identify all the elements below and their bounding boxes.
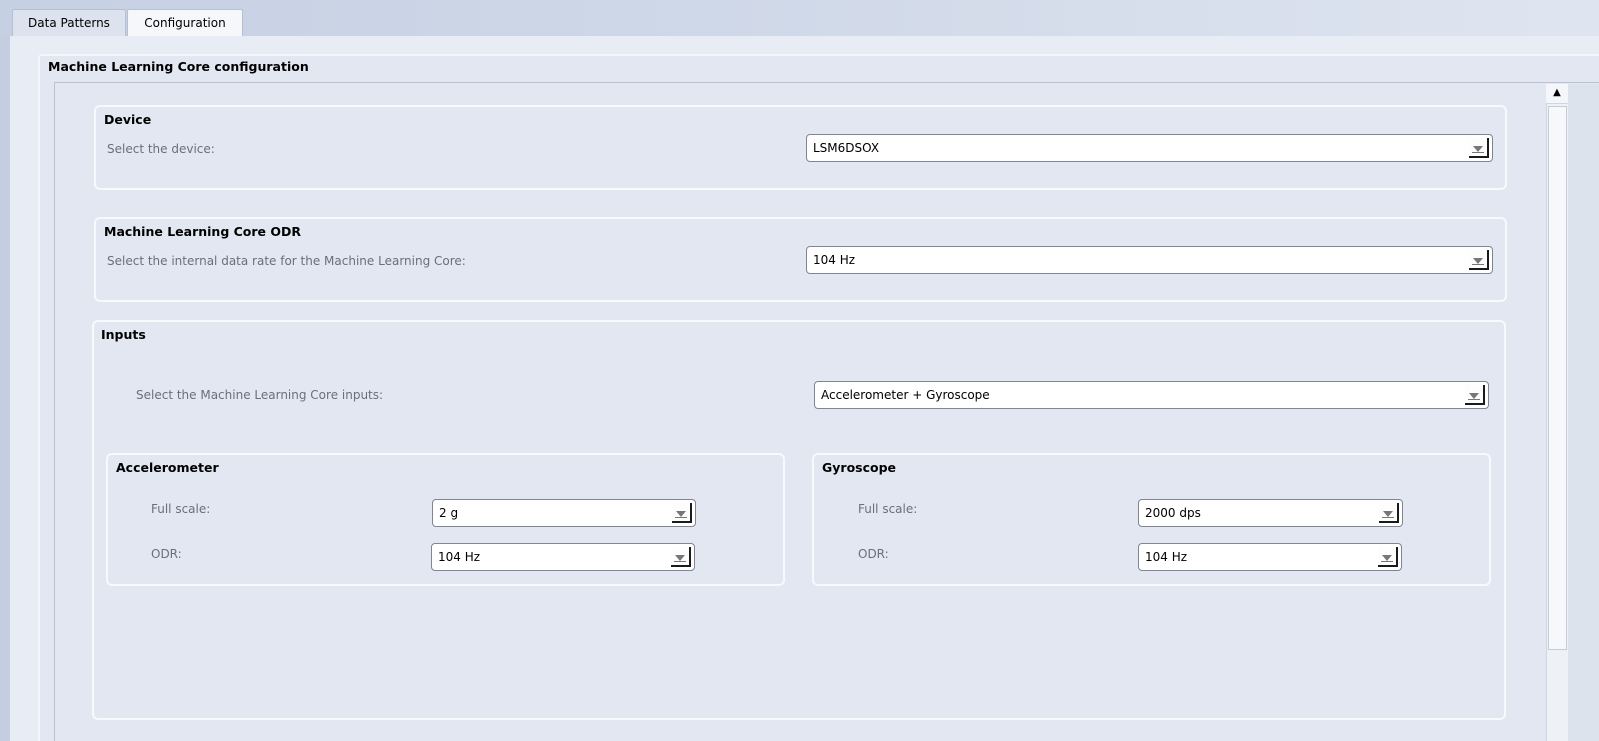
chevron-down-icon[interactable] bbox=[672, 503, 692, 523]
chevron-down-icon[interactable] bbox=[1379, 503, 1399, 523]
gyroscope-group-title: Gyroscope bbox=[822, 460, 897, 475]
inputs-select-label: Select the Machine Learning Core inputs: bbox=[136, 388, 384, 402]
accelerometer-full-scale-value: 2 g bbox=[439, 506, 459, 520]
gyroscope-odr-value: 104 Hz bbox=[1145, 550, 1188, 564]
accelerometer-odr-label: ODR: bbox=[151, 547, 182, 561]
accelerometer-odr-value: 104 Hz bbox=[438, 550, 481, 564]
accelerometer-group-title: Accelerometer bbox=[116, 460, 219, 475]
mlc-configuration-title: Machine Learning Core configuration bbox=[48, 59, 309, 74]
mlc-odr-dropdown-value: 104 Hz bbox=[813, 253, 856, 267]
accelerometer-full-scale-dropdown[interactable]: 2 g bbox=[432, 499, 696, 527]
device-dropdown[interactable]: LSM6DSOX bbox=[806, 134, 1493, 162]
device-dropdown-value: LSM6DSOX bbox=[813, 141, 880, 155]
accelerometer-full-scale-label: Full scale: bbox=[151, 502, 211, 516]
inputs-dropdown[interactable]: Accelerometer + Gyroscope bbox=[814, 381, 1489, 409]
gyroscope-odr-label: ODR: bbox=[858, 547, 889, 561]
scrollbar-thumb[interactable] bbox=[1548, 106, 1567, 650]
chevron-down-icon[interactable] bbox=[1469, 250, 1489, 270]
gyroscope-full-scale-value: 2000 dps bbox=[1145, 506, 1201, 520]
chevron-down-icon[interactable] bbox=[671, 547, 691, 567]
device-select-label: Select the device: bbox=[107, 142, 215, 156]
scroll-up-arrow-icon[interactable]: ▲ bbox=[1546, 84, 1568, 104]
gyroscope-full-scale-label: Full scale: bbox=[858, 502, 918, 516]
chevron-down-icon[interactable] bbox=[1465, 385, 1485, 405]
chevron-down-icon[interactable] bbox=[1469, 138, 1489, 158]
device-group-title: Device bbox=[104, 112, 152, 127]
mlc-odr-dropdown[interactable]: 104 Hz bbox=[806, 246, 1493, 274]
left-strip bbox=[0, 36, 10, 741]
mlc-odr-select-label: Select the internal data rate for the Ma… bbox=[107, 254, 466, 268]
mlc-odr-group-title: Machine Learning Core ODR bbox=[104, 224, 302, 239]
inputs-dropdown-value: Accelerometer + Gyroscope bbox=[821, 388, 990, 402]
inputs-group-title: Inputs bbox=[101, 327, 146, 342]
tab-configuration[interactable]: Configuration bbox=[127, 9, 243, 36]
tab-data-patterns[interactable]: Data Patterns bbox=[12, 9, 126, 36]
gyroscope-odr-dropdown[interactable]: 104 Hz bbox=[1138, 543, 1402, 571]
chevron-down-icon[interactable] bbox=[1378, 547, 1398, 567]
accelerometer-odr-dropdown[interactable]: 104 Hz bbox=[431, 543, 695, 571]
right-margin bbox=[1568, 84, 1599, 741]
gyroscope-full-scale-dropdown[interactable]: 2000 dps bbox=[1138, 499, 1403, 527]
